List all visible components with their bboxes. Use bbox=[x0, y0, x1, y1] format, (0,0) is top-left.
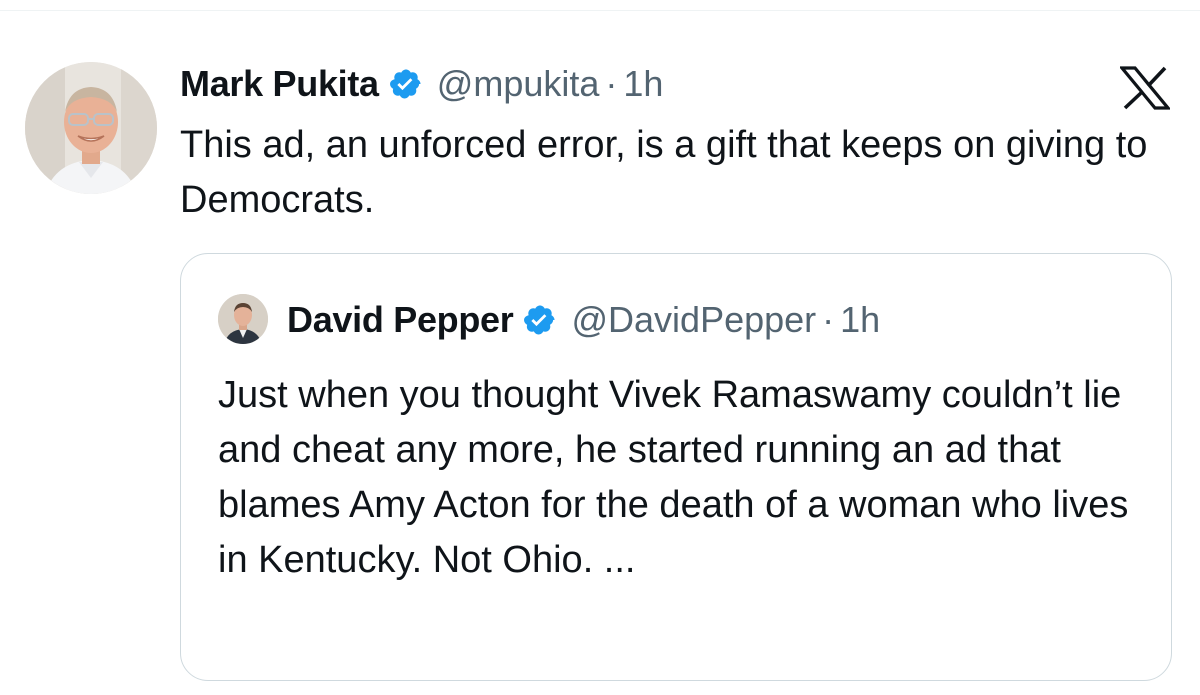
author-avatar[interactable] bbox=[25, 62, 157, 194]
author-handle[interactable]: @mpukita bbox=[437, 63, 600, 105]
tweet-timestamp[interactable]: 1h bbox=[623, 63, 663, 105]
separator-dot: · bbox=[822, 299, 835, 340]
tweet-header: Mark Pukita @mpukita · 1h bbox=[180, 58, 663, 110]
quoted-tweet-text: Just when you thought Vivek Ramaswamy co… bbox=[218, 374, 1129, 581]
verified-badge-icon bbox=[523, 303, 557, 337]
verified-badge-icon bbox=[389, 67, 423, 101]
quoted-tweet-timestamp[interactable]: 1h bbox=[840, 299, 880, 341]
top-divider bbox=[0, 10, 1200, 11]
author-name[interactable]: Mark Pukita bbox=[180, 63, 379, 105]
quoted-author-name[interactable]: David Pepper bbox=[287, 299, 514, 341]
quoted-author-avatar[interactable] bbox=[218, 294, 268, 344]
separator-dot: · bbox=[605, 63, 618, 104]
x-logo-icon[interactable] bbox=[1118, 66, 1172, 110]
tweet-text: This ad, an unforced error, is a gift th… bbox=[180, 124, 1148, 221]
quoted-tweet-header: David Pepper @DavidPepper · 1h bbox=[287, 296, 880, 344]
quoted-tweet-card[interactable]: David Pepper @DavidPepper · 1h Just when… bbox=[180, 253, 1172, 681]
quoted-author-handle[interactable]: @DavidPepper bbox=[571, 299, 816, 341]
